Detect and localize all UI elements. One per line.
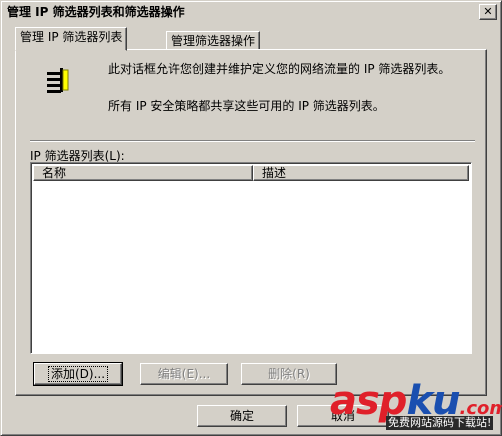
close-icon: ✕ <box>483 5 493 18</box>
column-header-name[interactable]: 名称 <box>33 165 253 181</box>
tab-manage-filter-actions[interactable]: 管理筛选器操作 <box>166 31 261 51</box>
window-title: 管理 IP 筛选器列表和筛选器操作 <box>7 5 185 19</box>
separator <box>30 140 475 142</box>
ok-button[interactable]: 确定 <box>197 405 287 427</box>
add-button-label: 添加(D)... <box>47 366 109 382</box>
site-watermark: aspku.com 免费网站源码下载站! <box>330 378 502 436</box>
edit-button[interactable]: 编辑(E)... <box>140 363 228 385</box>
remove-button[interactable]: 删除(R) <box>241 363 337 385</box>
close-button[interactable]: ✕ <box>479 4 497 20</box>
tab-manage-filter-lists[interactable]: 管理 IP 筛选器列表 <box>15 27 128 51</box>
add-button[interactable]: 添加(D)... <box>33 362 123 386</box>
description-text: 此对话框允许您创建并维护定义您的网络流量的 IP 筛选器列表。 <box>108 62 451 76</box>
tab-panel: 此对话框允许您创建并维护定义您的网络流量的 IP 筛选器列表。 所有 IP 安全… <box>15 49 487 396</box>
dialog-window: 管理 IP 筛选器列表和筛选器操作 ✕ 管理 IP 筛选器列表 管理筛选器操作 … <box>0 0 502 436</box>
filter-listview[interactable]: 名称 描述 <box>30 162 472 354</box>
listview-header: 名称 描述 <box>33 165 469 181</box>
watermark-subtitle: 免费网站源码下载站! <box>386 416 494 430</box>
title-bar[interactable]: 管理 IP 筛选器列表和筛选器操作 ✕ <box>3 3 499 21</box>
filter-list-icon <box>47 68 69 93</box>
shared-info-text: 所有 IP 安全策略都共享这些可用的 IP 筛选器列表。 <box>108 99 385 113</box>
column-header-description[interactable]: 描述 <box>253 165 469 181</box>
